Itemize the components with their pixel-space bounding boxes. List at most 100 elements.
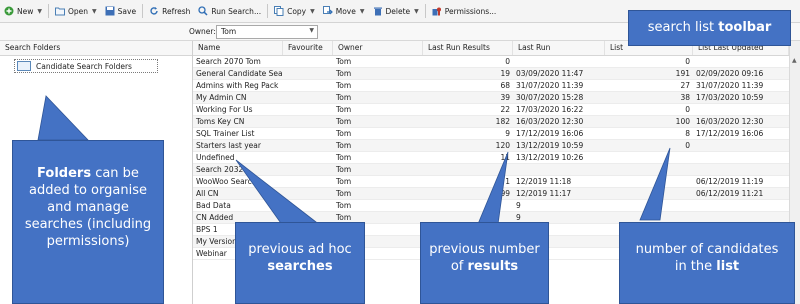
cell-owner: Tom — [336, 69, 352, 78]
toolbar-divider — [267, 4, 269, 18]
callout-searches: previous ad hoc searches — [235, 222, 365, 304]
callout-list: number of candidates in the list — [619, 222, 795, 304]
cell-list-last-updated — [693, 152, 789, 163]
cell-list-last-updated: 02/09/2020 09:16 — [696, 69, 764, 78]
cell-last-run-results: 9 — [505, 129, 510, 138]
permissions-button[interactable]: Permissions... — [428, 2, 501, 20]
cell-last-run-results: 999 — [495, 189, 510, 198]
chevron-down-icon[interactable]: ▼ — [360, 8, 365, 15]
run-search-button-label: Run Search... — [211, 6, 262, 16]
cell-last-run: 17/12/2019 16:06 — [516, 129, 584, 138]
cell-last-run-results — [423, 164, 513, 175]
cell-favourite — [283, 68, 333, 79]
table-row[interactable]: WooWoo Search Tom 1 12/2019 11:18 06/12/2019… — [193, 176, 789, 188]
table-row[interactable]: Undefined Tom 11 13/12/2019 10:26 — [193, 152, 789, 164]
column-header-favourite[interactable]: Favourite — [283, 41, 333, 55]
move-button[interactable]: Move ▼ — [319, 2, 369, 20]
cell-last-run: 12/2019 11:17 — [516, 189, 572, 198]
column-header-last-run-results[interactable]: Last Run Results — [423, 41, 513, 55]
cell-list-last-updated: 16/03/2020 12:30 — [696, 117, 764, 126]
refresh-button-label: Refresh — [162, 6, 191, 16]
cell-list-last-updated: 06/12/2019 11:21 — [696, 189, 764, 198]
save-icon — [105, 6, 115, 16]
scroll-up-icon[interactable]: ▲ — [792, 57, 797, 64]
cell-list — [605, 200, 693, 211]
open-button-label: Open — [67, 6, 89, 16]
table-row[interactable]: SQL Trainer List Tom 9 17/12/2019 16:06 8 17/… — [193, 128, 789, 140]
cell-list: 0 — [685, 141, 690, 150]
delete-button[interactable]: Delete ▼ — [369, 2, 423, 20]
table-row[interactable]: General Candidate Sea... Tom 19 03/09/2020 … — [193, 68, 789, 80]
new-button-label: New — [17, 6, 34, 16]
save-button[interactable]: Save — [101, 2, 140, 20]
cell-owner: Tom — [336, 201, 352, 210]
table-row[interactable]: Starters last year Tom 120 13/12/2019 10:59… — [193, 140, 789, 152]
callout-searches-bold: searches — [267, 259, 333, 274]
cell-favourite — [283, 104, 333, 115]
cell-list-last-updated — [693, 56, 789, 67]
chevron-down-icon[interactable]: ▼ — [310, 8, 315, 15]
cell-last-run-results: 68 — [500, 81, 510, 90]
cell-owner: Tom — [336, 141, 352, 150]
cell-name: General Candidate Sea... — [196, 69, 283, 78]
cell-favourite — [283, 176, 333, 187]
folder-candidate-search[interactable]: Candidate Search Folders — [14, 59, 158, 73]
table-row[interactable]: All CN Tom 999 12/2019 11:17 06/12/2019 11:2… — [193, 188, 789, 200]
cell-list — [605, 152, 693, 163]
open-button[interactable]: Open ▼ — [51, 2, 101, 20]
plus-circle-icon — [4, 6, 14, 16]
cell-list-last-updated: 06/12/2019 11:19 — [696, 177, 764, 186]
cell-owner: Tom — [336, 105, 352, 114]
permissions-button-label: Permissions... — [444, 6, 497, 16]
callout-toolbar-text: search list — [647, 20, 719, 35]
copy-icon — [274, 6, 284, 16]
cell-list — [605, 176, 693, 187]
callout-folders: Folders can be added to organise and man… — [12, 140, 164, 304]
cell-list: 191 — [675, 69, 690, 78]
table-row[interactable]: Search 2070 Tom Tom 0 0 — [193, 56, 789, 68]
new-button[interactable]: New ▼ — [0, 2, 46, 20]
cell-list — [605, 188, 693, 199]
cell-favourite — [283, 200, 333, 211]
table-row[interactable]: Search 2032 Tom — [193, 164, 789, 176]
table-row[interactable]: My Admin CN Tom 39 30/07/2020 15:28 38 17/03/… — [193, 92, 789, 104]
table-row[interactable]: Bad Data Tom 9 — [193, 200, 789, 212]
run-search-button[interactable]: Run Search... — [194, 2, 265, 20]
permissions-icon — [432, 6, 442, 16]
cell-last-run: 03/09/2020 11:47 — [516, 69, 584, 78]
column-header-name[interactable]: Name — [193, 41, 283, 55]
callout-folders-bold: Folders — [37, 166, 92, 181]
cell-owner: Tom — [336, 93, 352, 102]
save-button-label: Save — [117, 6, 137, 16]
chevron-down-icon[interactable]: ▼ — [309, 27, 314, 34]
cell-list-last-updated — [693, 164, 789, 175]
folder-open-icon — [54, 6, 65, 16]
cell-list: 0 — [685, 105, 690, 114]
table-row[interactable]: Admins with Reg Pack Tom 68 31/07/2020 11:3… — [193, 80, 789, 92]
cell-last-run: 30/07/2020 15:28 — [516, 93, 584, 102]
table-row[interactable]: Working For Us Tom 22 17/03/2020 16:22 0 — [193, 104, 789, 116]
folder-icon — [17, 61, 31, 71]
chevron-down-icon[interactable]: ▼ — [92, 8, 97, 15]
callout-searches-text: previous ad hoc — [248, 242, 352, 257]
move-button-label: Move — [335, 6, 356, 16]
cell-list-last-updated: 17/12/2019 16:06 — [696, 129, 764, 138]
cell-list-last-updated — [693, 104, 789, 115]
delete-button-label: Delete — [385, 6, 411, 16]
chevron-down-icon[interactable]: ▼ — [37, 8, 42, 15]
toolbar-divider — [142, 4, 144, 18]
copy-button[interactable]: Copy ▼ — [270, 2, 319, 20]
cell-last-run — [513, 164, 605, 175]
refresh-button[interactable]: Refresh — [145, 2, 194, 20]
folder-label: Candidate Search Folders — [36, 61, 132, 71]
owner-select[interactable]: Tom ▼ — [216, 25, 318, 39]
column-header-last-run[interactable]: Last Run — [513, 41, 605, 55]
cell-last-run — [513, 56, 605, 67]
table-row[interactable]: Toms Key CN Tom 182 16/03/2020 12:30 100 16/0… — [193, 116, 789, 128]
column-header-owner[interactable]: Owner — [333, 41, 423, 55]
cell-owner: Tom — [336, 177, 352, 186]
toolbar-divider — [47, 4, 49, 18]
cell-last-run: 13/12/2019 10:59 — [516, 141, 584, 150]
cell-last-run: 31/07/2020 11:39 — [516, 81, 584, 90]
chevron-down-icon[interactable]: ▼ — [414, 8, 419, 15]
